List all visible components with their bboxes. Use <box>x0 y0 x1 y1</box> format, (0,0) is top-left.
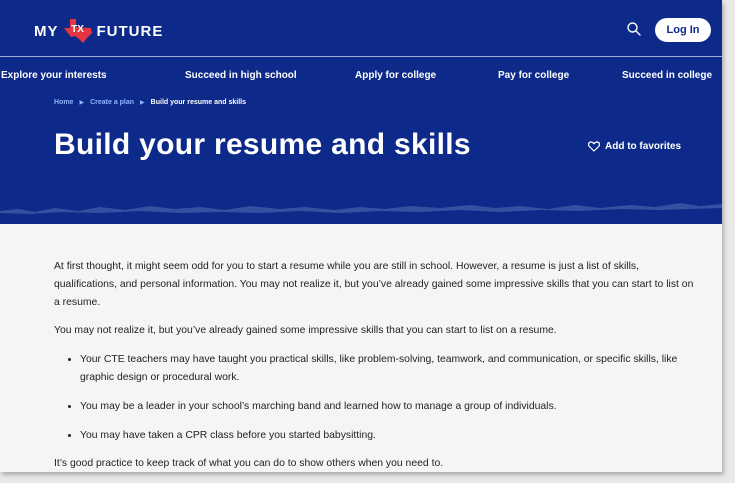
torn-edge-decoration <box>0 186 722 214</box>
breadcrumb: Home ▶ Create a plan ▶ Build your resume… <box>54 99 246 106</box>
chevron-right-icon: ▶ <box>140 100 145 106</box>
nav-item-succeed-high-school[interactable]: Succeed in high school <box>185 70 297 81</box>
search-button[interactable] <box>626 21 642 37</box>
main-nav: Explore your interests Succeed in high s… <box>0 56 722 95</box>
heart-outline-icon <box>588 141 600 152</box>
login-button[interactable]: Log In <box>655 18 711 42</box>
search-icon <box>627 22 641 36</box>
logo-text-future: FUTURE <box>96 22 164 40</box>
nav-item-apply-college[interactable]: Apply for college <box>355 70 436 81</box>
nav-item-explore-interests[interactable]: Explore your interests <box>1 70 107 81</box>
skills-list: Your CTE teachers may have taught you pr… <box>54 350 694 445</box>
list-item: Your CTE teachers may have taught you pr… <box>80 350 694 387</box>
article-closing: It’s good practice to keep track of what… <box>54 458 444 469</box>
add-to-favorites-button[interactable]: Add to favorites <box>588 141 681 152</box>
nav-item-pay-college[interactable]: Pay for college <box>498 70 569 81</box>
page-title: Build your resume and skills <box>54 128 471 161</box>
top-bar: MY TX FUTURE Log In <box>0 0 722 56</box>
list-item: You may be a leader in your school’s mar… <box>80 397 694 416</box>
article-paragraph: At first thought, it might seem odd for … <box>54 261 694 308</box>
texas-shape-icon: TX <box>63 18 93 44</box>
site-logo[interactable]: MY TX FUTURE <box>34 18 163 44</box>
breadcrumb-home[interactable]: Home <box>54 99 73 106</box>
logo-text-my: MY <box>34 22 59 40</box>
logo-mark-text: TX <box>71 24 84 35</box>
breadcrumb-create-plan[interactable]: Create a plan <box>90 99 134 106</box>
chevron-right-icon: ▶ <box>79 100 85 106</box>
page: MY TX FUTURE Log In Explore your interes… <box>0 0 722 472</box>
add-to-favorites-label: Add to favorites <box>605 141 682 152</box>
article-paragraph: You may not realize it, but you’ve alrea… <box>54 325 557 336</box>
breadcrumb-current: Build your resume and skills <box>150 99 246 106</box>
list-item: You may have taken a CPR class before yo… <box>80 426 694 445</box>
nav-item-succeed-college[interactable]: Succeed in college <box>622 70 712 81</box>
article-body: At first thought, it might seem odd for … <box>54 258 694 472</box>
